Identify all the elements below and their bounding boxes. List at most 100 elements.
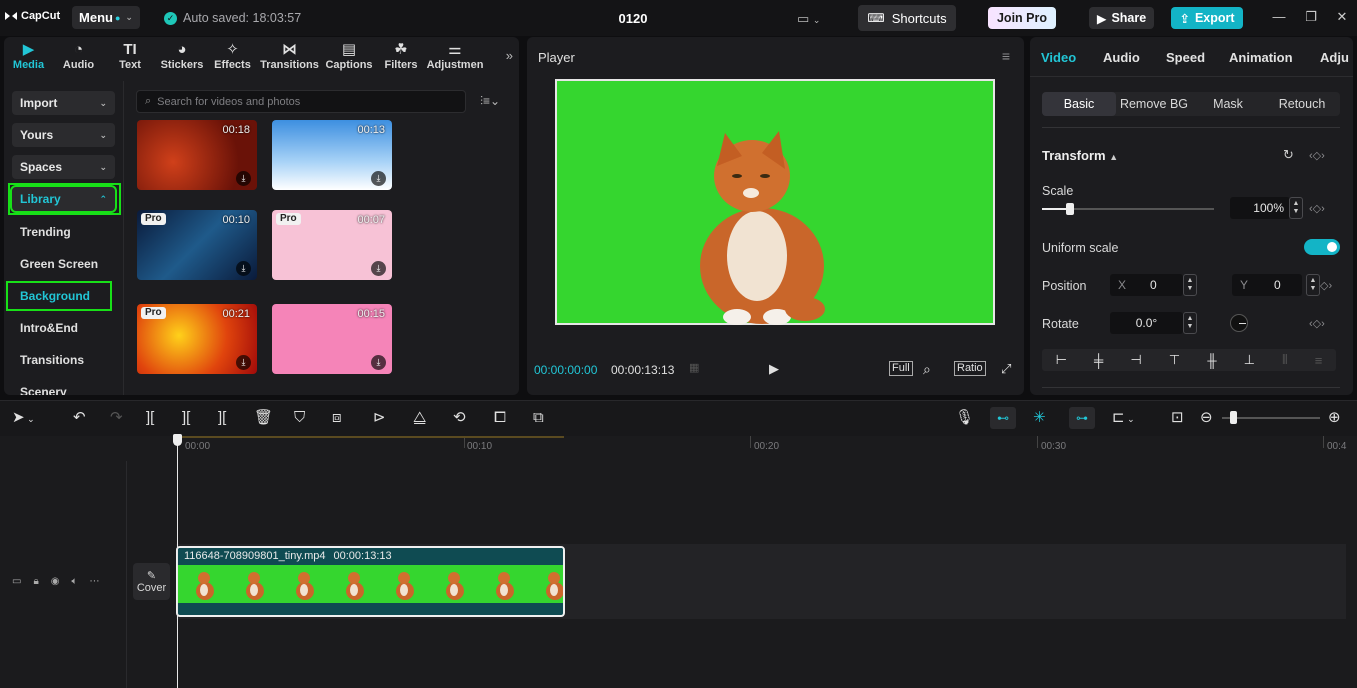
scale-slider[interactable] — [1042, 202, 1214, 216]
sidebar-item-intro-end[interactable]: Intro&End — [20, 321, 78, 335]
tab-adjust[interactable]: Adju — [1320, 50, 1349, 65]
rotate-stepper[interactable]: ▲ ▼ — [1183, 312, 1197, 334]
align-right-icon[interactable]: ⊣ — [1130, 352, 1141, 368]
zoom-in-icon[interactable]: ⊕ — [1328, 410, 1341, 426]
tab-animation[interactable]: Animation — [1229, 50, 1293, 65]
join-pro-button[interactable]: Join Pro — [988, 7, 1056, 29]
player-menu-icon[interactable]: ≡ — [1002, 48, 1010, 64]
more-tabs-icon[interactable]: » — [506, 48, 513, 63]
subtab-basic[interactable]: Basic — [1042, 92, 1116, 116]
menu-button[interactable]: Menu ● ⌄ — [72, 6, 140, 29]
align-top-icon[interactable]: ⊤ — [1169, 352, 1180, 368]
sidebar-import[interactable]: Import ⌄ — [12, 91, 115, 115]
shortcuts-button[interactable]: ⌨ Shortcuts — [858, 5, 956, 31]
sidebar-item-scenery[interactable]: Scenery — [20, 385, 67, 395]
tab-filters[interactable]: ☘ Filters — [376, 37, 426, 75]
sidebar-item-trending[interactable]: Trending — [20, 225, 71, 239]
download-icon[interactable]: ⤓ — [371, 355, 386, 370]
play-icon[interactable]: ▶ — [769, 361, 779, 377]
marker-icon[interactable]: ⛉ — [294, 410, 305, 426]
tab-audio[interactable]: ◔ Audio — [53, 37, 104, 75]
download-icon[interactable]: ⤓ — [371, 171, 386, 186]
subtab-retouch[interactable]: Retouch — [1264, 92, 1340, 116]
eye-icon[interactable]: ◉ — [51, 576, 60, 587]
reset-icon[interactable]: ↻ — [1283, 147, 1294, 163]
keyframe-icon[interactable]: ‹◇› — [1309, 317, 1325, 330]
cover-button[interactable]: ✎ Cover — [133, 563, 170, 600]
layout-icon[interactable]: ▭ ⌄ — [797, 11, 820, 27]
ratio-button[interactable]: Ratio — [954, 361, 986, 376]
tab-audio[interactable]: Audio — [1103, 50, 1140, 65]
delete-icon[interactable]: 🗑︎ — [254, 410, 273, 426]
download-icon[interactable]: ⤓ — [236, 171, 251, 186]
crop-icon[interactable]: ⧠ — [494, 410, 506, 426]
sidebar-item-transitions[interactable]: Transitions — [20, 353, 84, 367]
restore-icon[interactable]: ❐ — [1303, 9, 1319, 25]
volume-icon[interactable]: 🔈︎ — [72, 576, 78, 587]
auto-snap-icon[interactable]: ✳ — [1033, 410, 1046, 426]
library-thumbnail[interactable]: 00:13 ⤓ — [272, 120, 392, 190]
undo-icon[interactable]: ↶ — [73, 410, 86, 426]
full-button[interactable]: Full — [889, 361, 913, 376]
scale-input[interactable]: 100% — [1230, 197, 1290, 219]
microphone-icon[interactable]: 🎙︎ — [955, 410, 974, 426]
align-left-icon[interactable]: ⊢ — [1056, 352, 1067, 368]
timeline-grid-icon[interactable]: ▦ — [689, 361, 699, 374]
position-x-input[interactable]: X 0 — [1110, 274, 1183, 296]
linkage-icon[interactable]: ⊶ — [1069, 407, 1095, 429]
zoom-fit-icon[interactable]: ⌕ — [923, 361, 931, 378]
fit-timeline-icon[interactable]: ⊡ — [1171, 410, 1184, 426]
project-title[interactable]: 0120 — [610, 11, 656, 26]
library-thumbnail[interactable]: 00:18 ⤓ — [137, 120, 257, 190]
video-clip[interactable]: 116648-708909801_tiny.mp4 00:00:13:13 — [176, 546, 565, 617]
keyframe-icon[interactable]: ‹◇› — [1309, 149, 1325, 162]
preview-canvas[interactable] — [555, 79, 995, 325]
sidebar-item-green-screen[interactable]: Green Screen — [20, 257, 98, 271]
library-thumbnail[interactable]: 00:15 ⤓ — [272, 304, 392, 374]
auto-reframe-icon[interactable]: ⧉ — [533, 410, 544, 426]
library-thumbnail[interactable]: Pro 00:10 ⤓ — [137, 210, 257, 280]
sidebar-yours[interactable]: Yours ⌄ — [12, 123, 115, 147]
slider-knob[interactable] — [1065, 203, 1074, 215]
tab-text[interactable]: TI Text — [104, 37, 156, 75]
more-icon[interactable]: ⋯ — [90, 576, 100, 587]
tab-transitions[interactable]: ⋈ Transitions — [257, 37, 322, 75]
keyframe-icon[interactable]: ◇› — [1320, 279, 1332, 292]
sidebar-spaces[interactable]: Spaces ⌄ — [12, 155, 115, 179]
track-thumbnail-icon[interactable]: ▭ — [12, 576, 21, 587]
lock-icon[interactable]: 🔒︎ — [33, 576, 38, 587]
tab-stickers[interactable]: ◕ Stickers — [156, 37, 208, 75]
zoom-slider-knob[interactable] — [1230, 411, 1237, 424]
filter-icon[interactable]: ⫶≡⌄ — [480, 94, 500, 109]
split-right-icon[interactable]: ][ — [218, 410, 226, 426]
download-icon[interactable]: ⤓ — [236, 355, 251, 370]
tab-adjustment[interactable]: ⚌ Adjustmen — [426, 37, 484, 75]
preview-axis-icon[interactable]: ⊏ ⌄ — [1112, 410, 1135, 427]
fullscreen-icon[interactable]: ⤢ — [1001, 361, 1011, 377]
minimize-icon[interactable]: — — [1271, 9, 1287, 24]
export-button[interactable]: ⇪ Export — [1171, 7, 1243, 29]
align-center-v-icon[interactable]: ╫ — [1207, 353, 1216, 368]
close-icon[interactable]: ✕ — [1334, 9, 1350, 25]
reverse-icon[interactable]: ⊳ — [373, 410, 386, 426]
playhead-handle[interactable] — [173, 434, 182, 446]
tab-captions[interactable]: ▤ Captions — [322, 37, 376, 75]
align-bottom-icon[interactable]: ⊥ — [1244, 352, 1255, 368]
subtab-mask[interactable]: Mask — [1192, 92, 1264, 116]
select-cursor-icon[interactable]: ➤ ⌄ — [12, 410, 35, 427]
uniform-scale-toggle[interactable] — [1304, 239, 1340, 255]
scale-stepper[interactable]: ▲ ▼ — [1289, 197, 1303, 219]
rotate-dial-icon[interactable] — [1230, 314, 1248, 332]
split-icon[interactable]: ][ — [146, 410, 154, 426]
library-thumbnail[interactable]: Pro 00:21 ⤓ — [137, 304, 257, 374]
download-icon[interactable]: ⤓ — [236, 261, 251, 276]
playhead[interactable] — [177, 434, 178, 688]
library-thumbnail[interactable]: Pro 00:07 ⤓ — [272, 210, 392, 280]
tab-video[interactable]: Video — [1041, 50, 1076, 65]
tab-effects[interactable]: ✧ Effects — [208, 37, 257, 75]
main-track-magnet-icon[interactable]: ⊷ — [990, 407, 1016, 429]
search-input[interactable]: ⌕ Search for videos and photos — [136, 90, 466, 113]
share-button[interactable]: ▶ Share — [1089, 7, 1154, 29]
freeze-icon[interactable]: ⧈ — [332, 410, 342, 426]
keyframe-icon[interactable]: ‹◇› — [1309, 202, 1325, 215]
